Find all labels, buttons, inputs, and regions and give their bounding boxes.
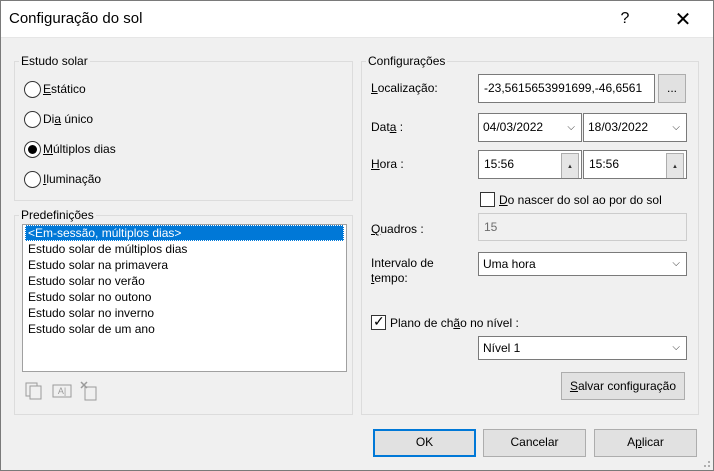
save-settings-button[interactable]: Salvar configuração — [561, 372, 685, 400]
delete-icon[interactable] — [79, 380, 101, 402]
solar-study-legend: Estudo solar — [21, 54, 88, 68]
end-time-field[interactable]: 15:56 ▲▼ — [583, 150, 687, 179]
list-item[interactable]: Estudo solar no verão — [25, 273, 344, 289]
location-label: Localização: — [371, 81, 438, 95]
presets-legend: Predefinições — [21, 208, 94, 222]
spin-up-icon[interactable]: ▲ — [561, 153, 579, 178]
interval-label-line2: tempo: — [371, 271, 408, 285]
rename-icon[interactable]: A| — [51, 380, 73, 402]
sunrise-sunset-label[interactable]: Do nascer do sol ao por do sol — [499, 193, 662, 207]
radio-static-control[interactable] — [24, 80, 41, 98]
start-date-value: 04/03/2022 — [483, 120, 544, 134]
list-item[interactable]: Estudo solar de um ano — [25, 321, 344, 337]
start-time-field[interactable]: 15:56 ▲▼ — [478, 150, 582, 179]
list-item[interactable]: Estudo solar na primavera — [25, 257, 344, 273]
radio-static[interactable]: Estático — [24, 79, 86, 99]
interval-label-line1: Intervalo de — [371, 256, 434, 270]
ok-button[interactable]: OK — [373, 429, 476, 457]
frames-field: 15 — [478, 213, 687, 241]
date-label: Data : — [371, 120, 404, 134]
duplicate-icon[interactable] — [23, 380, 45, 402]
end-date-value: 18/03/2022 — [588, 120, 649, 134]
settings-legend: Configurações — [368, 54, 446, 68]
close-icon: ✕ — [674, 8, 692, 31]
end-time-value: 15:56 — [589, 157, 620, 171]
chevron-down-icon: ⌵ — [567, 122, 575, 133]
sunrise-sunset-checkbox[interactable] — [480, 192, 495, 207]
list-item[interactable]: Estudo solar de múltiplos dias — [25, 241, 344, 257]
radio-multi-day-label: Múltiplos dias — [43, 142, 116, 156]
list-item[interactable]: Estudo solar no outono — [25, 289, 344, 305]
cancel-button[interactable]: Cancelar — [483, 429, 586, 457]
presets-list[interactable]: <Em-sessão, múltiplos dias> Estudo solar… — [22, 224, 347, 372]
radio-multi-day[interactable]: Múltiplos dias — [24, 139, 116, 159]
chevron-down-icon: ⌵ — [672, 122, 680, 133]
radio-static-label: Estático — [43, 82, 86, 96]
start-time-value: 15:56 — [484, 157, 515, 171]
title-bar: Configuração do sol ? ✕ — [0, 0, 714, 38]
start-date-picker[interactable]: 04/03/2022 ⌵ — [478, 113, 582, 142]
spin-up-icon[interactable]: ▲ — [666, 153, 684, 178]
level-dropdown[interactable]: Nível 1 ⌵ — [478, 336, 687, 360]
chevron-down-icon: ⌵ — [672, 342, 680, 353]
chevron-down-icon: ⌵ — [672, 258, 680, 269]
radio-single-day-control[interactable] — [24, 110, 41, 128]
rename-glyph: A| — [57, 386, 67, 396]
ground-plane-label[interactable]: Plano de chão no nível : — [390, 316, 519, 330]
start-time-spinner[interactable]: ▲▼ — [561, 153, 579, 178]
help-icon: ? — [620, 10, 630, 27]
help-button[interactable]: ? — [602, 0, 648, 38]
radio-lighting-label: Iluminação — [43, 172, 102, 186]
ground-plane-checkbox[interactable] — [371, 313, 386, 330]
browse-location-button[interactable]: ... — [658, 74, 686, 103]
radio-lighting[interactable]: Iluminação — [24, 169, 101, 189]
time-label: Hora : — [371, 157, 404, 171]
end-date-picker[interactable]: 18/03/2022 ⌵ — [583, 113, 687, 142]
close-button[interactable]: ✕ — [660, 0, 706, 38]
frames-label: Quadros : — [371, 222, 424, 236]
resize-grip-icon[interactable] — [698, 455, 712, 469]
radio-lighting-control[interactable] — [24, 170, 41, 188]
interval-value: Uma hora — [483, 257, 536, 271]
interval-dropdown[interactable]: Uma hora ⌵ — [478, 252, 687, 276]
radio-single-day[interactable]: Dia único — [24, 109, 93, 129]
location-field[interactable]: -23,5615653991699,-46,6561 — [478, 74, 655, 103]
list-item[interactable]: Estudo solar no inverno — [25, 305, 344, 321]
radio-single-day-label: Dia único — [43, 112, 94, 126]
level-value: Nível 1 — [483, 341, 521, 355]
radio-multi-day-control[interactable] — [24, 140, 41, 158]
list-item[interactable]: <Em-sessão, múltiplos dias> — [25, 225, 344, 241]
apply-button[interactable]: Aplicar — [594, 429, 697, 457]
end-time-spinner[interactable]: ▲▼ — [666, 153, 684, 178]
window-title: Configuração do sol — [9, 10, 143, 27]
